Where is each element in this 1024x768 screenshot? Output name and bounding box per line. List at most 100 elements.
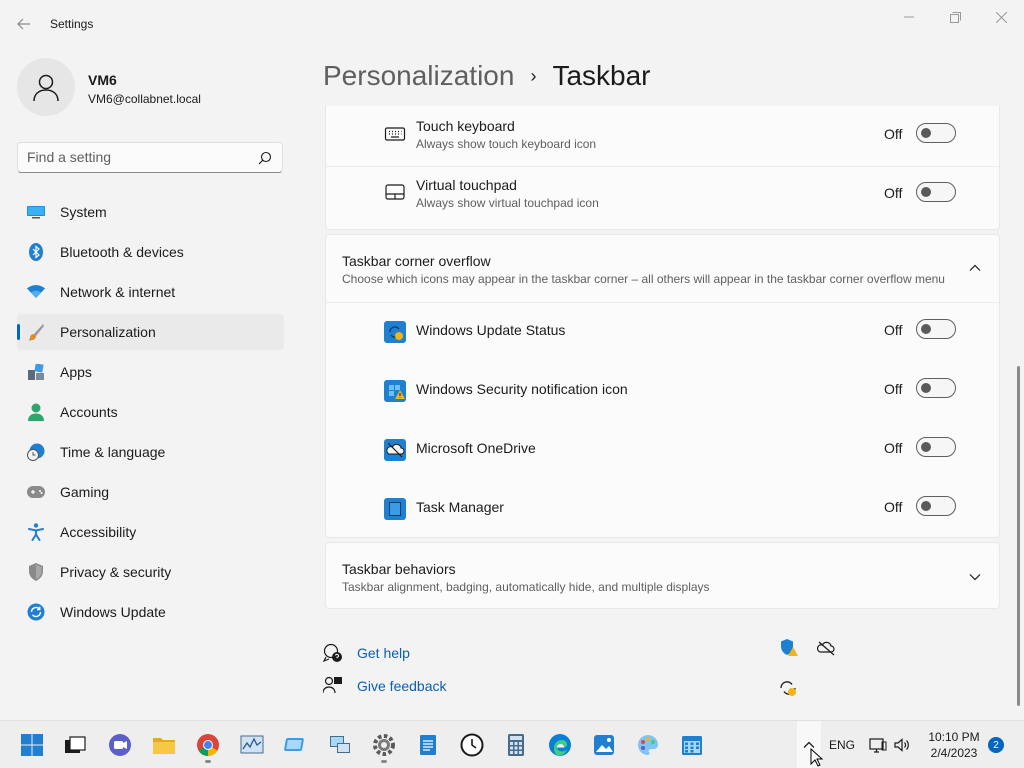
photos-icon[interactable] bbox=[592, 733, 616, 757]
minimize-button[interactable] bbox=[886, 6, 932, 28]
mouse-cursor-icon bbox=[810, 748, 824, 767]
calendar-icon[interactable] bbox=[680, 733, 704, 757]
windows-update-tray-icon[interactable] bbox=[778, 678, 798, 698]
windows-update-status-toggle[interactable] bbox=[916, 319, 956, 339]
breadcrumb: Personalization › Taskbar bbox=[323, 58, 651, 94]
clock-globe-icon bbox=[27, 443, 45, 461]
section-title: Taskbar behaviors bbox=[342, 561, 456, 577]
onedrive-toggle[interactable] bbox=[916, 437, 956, 457]
running-indicator bbox=[381, 760, 387, 763]
search-box[interactable] bbox=[17, 142, 283, 173]
task-view-icon[interactable] bbox=[63, 733, 87, 757]
clock-date[interactable]: 2/4/2023 bbox=[926, 746, 982, 760]
sidebar-item-label: Bluetooth & devices bbox=[60, 244, 184, 260]
running-indicator bbox=[205, 760, 211, 763]
paint-icon[interactable] bbox=[636, 733, 660, 757]
settings-content: Touch keyboard Always show touch keyboar… bbox=[325, 106, 1000, 718]
volume-icon[interactable] bbox=[893, 736, 911, 754]
get-help-label: Get help bbox=[357, 645, 410, 661]
input-language[interactable]: ENG bbox=[829, 738, 855, 752]
edge-icon[interactable] bbox=[548, 733, 572, 757]
sidebar-item-accessibility[interactable]: Accessibility bbox=[17, 514, 284, 550]
windows-security-toggle[interactable] bbox=[916, 378, 956, 398]
chrome-icon[interactable] bbox=[196, 733, 220, 757]
sidebar-item-windows-update[interactable]: Windows Update bbox=[17, 594, 284, 630]
sidebar-item-bluetooth[interactable]: Bluetooth & devices bbox=[17, 234, 284, 270]
sidebar-item-label: Accessibility bbox=[60, 524, 137, 540]
toggle-state-label: Off bbox=[884, 440, 903, 456]
taskbar-corner-overflow-card: Taskbar corner overflow Choose which ico… bbox=[325, 234, 1000, 538]
network-status-icon[interactable] bbox=[869, 736, 887, 754]
paintbrush-icon bbox=[27, 323, 45, 341]
touch-keyboard-toggle[interactable] bbox=[916, 123, 956, 143]
sidebar-item-label: Time & language bbox=[60, 444, 166, 460]
keyboard-icon bbox=[384, 127, 406, 141]
profile-email: VM6@collabnet.local bbox=[88, 92, 201, 106]
sidebar-item-privacy[interactable]: Privacy & security bbox=[17, 554, 284, 590]
sidebar-item-gaming[interactable]: Gaming bbox=[17, 474, 284, 510]
task-manager-toggle[interactable] bbox=[916, 496, 956, 516]
notification-count-badge[interactable]: 2 bbox=[988, 737, 1004, 753]
shield-icon bbox=[27, 563, 45, 581]
sidebar-item-apps[interactable]: Apps bbox=[17, 354, 284, 390]
setting-row-touch-keyboard: Touch keyboard Always show touch keyboar… bbox=[326, 107, 999, 166]
sidebar-item-system[interactable]: System bbox=[17, 194, 284, 230]
back-button[interactable] bbox=[10, 12, 38, 36]
settings-icon[interactable] bbox=[372, 733, 396, 757]
setting-title: Microsoft OneDrive bbox=[416, 440, 536, 456]
maximize-button[interactable] bbox=[932, 6, 978, 28]
sidebar-item-time-language[interactable]: Time & language bbox=[17, 434, 284, 470]
sidebar-item-label: System bbox=[60, 204, 107, 220]
network-connections-icon[interactable] bbox=[328, 733, 352, 757]
setting-row-onedrive: Microsoft OneDrive Off bbox=[326, 421, 999, 480]
section-title: Taskbar corner overflow bbox=[342, 253, 491, 269]
toggle-state-label: Off bbox=[884, 381, 903, 397]
app-title: Settings bbox=[50, 17, 94, 31]
virtual-touchpad-toggle[interactable] bbox=[916, 182, 956, 202]
give-feedback-link[interactable]: Give feedback bbox=[323, 676, 447, 696]
close-button[interactable] bbox=[978, 6, 1024, 28]
calculator-icon[interactable] bbox=[504, 733, 528, 757]
close-icon bbox=[995, 11, 1007, 23]
get-help-link[interactable]: Get help bbox=[323, 643, 410, 663]
touchpad-icon bbox=[385, 184, 405, 200]
remote-desktop-icon[interactable] bbox=[284, 733, 308, 757]
person-icon bbox=[27, 403, 45, 421]
onedrive-tray-icon[interactable] bbox=[817, 638, 837, 658]
clock-time[interactable]: 10:10 PM bbox=[926, 730, 982, 744]
update-icon bbox=[27, 603, 45, 621]
notepad-icon[interactable] bbox=[416, 733, 440, 757]
breadcrumb-parent[interactable]: Personalization bbox=[323, 60, 514, 92]
clock-app-icon[interactable] bbox=[460, 733, 484, 757]
avatar[interactable] bbox=[17, 58, 75, 116]
search-icon[interactable] bbox=[258, 151, 272, 165]
taskbar-corner-overflow-header[interactable]: Taskbar corner overflow Choose which ico… bbox=[326, 235, 999, 301]
title-bar: Settings bbox=[0, 0, 1024, 48]
accessibility-icon bbox=[27, 523, 45, 541]
sidebar-nav: System Bluetooth & devices Network & int… bbox=[17, 194, 284, 634]
system-tray-icons-card: Touch keyboard Always show touch keyboar… bbox=[325, 106, 1000, 230]
resource-monitor-icon[interactable] bbox=[240, 733, 264, 757]
start-icon[interactable] bbox=[20, 733, 44, 757]
setting-row-windows-update-status: Windows Update Status Off bbox=[326, 303, 999, 362]
taskbar-behaviors-card[interactable]: Taskbar behaviors Taskbar alignment, bad… bbox=[325, 542, 1000, 609]
minimize-icon bbox=[904, 16, 914, 18]
sidebar-item-label: Windows Update bbox=[60, 604, 166, 620]
toggle-state-label: Off bbox=[884, 126, 903, 142]
scrollbar[interactable] bbox=[1017, 366, 1020, 706]
setting-title: Touch keyboard bbox=[416, 118, 515, 134]
teams-chat-icon[interactable] bbox=[108, 733, 132, 757]
windows-security-icon bbox=[384, 380, 406, 402]
windows-security-tray-icon[interactable] bbox=[779, 638, 799, 658]
sidebar-item-label: Personalization bbox=[60, 324, 156, 340]
help-chat-icon bbox=[323, 643, 342, 663]
search-input[interactable] bbox=[27, 149, 247, 165]
sidebar-item-network[interactable]: Network & internet bbox=[17, 274, 284, 310]
sidebar-item-personalization[interactable]: Personalization bbox=[17, 314, 284, 350]
onedrive-icon bbox=[384, 439, 406, 461]
chevron-up-icon bbox=[969, 264, 981, 271]
file-explorer-icon[interactable] bbox=[152, 733, 176, 757]
toggle-state-label: Off bbox=[884, 185, 903, 201]
sidebar-item-accounts[interactable]: Accounts bbox=[17, 394, 284, 430]
setting-row-task-manager: Task Manager Off bbox=[326, 480, 999, 539]
